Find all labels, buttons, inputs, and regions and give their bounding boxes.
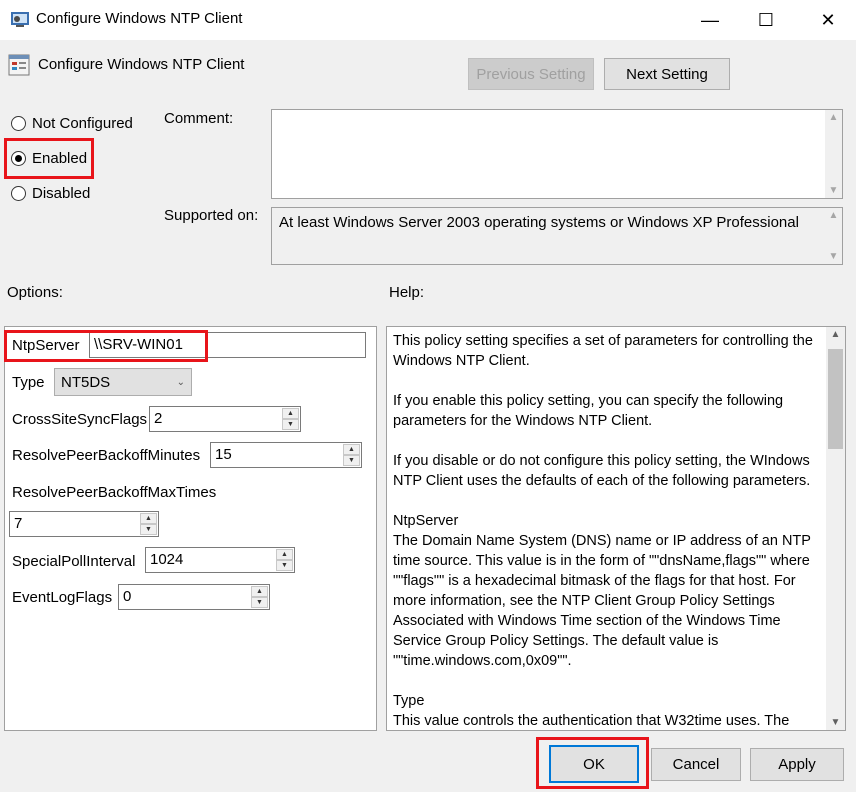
- supported-on-value: At least Windows Server 2003 operating s…: [279, 214, 799, 231]
- enabled-highlight-box: [4, 138, 94, 179]
- spin-down-icon[interactable]: ▼: [276, 560, 293, 571]
- policy-setting-icon: [8, 54, 30, 76]
- spin-down-icon[interactable]: ▼: [282, 419, 299, 430]
- backoff-minutes-stepper[interactable]: 15 ▲ ▼: [210, 442, 362, 468]
- ntpserver-highlight-box: [4, 330, 208, 362]
- spin-down-icon[interactable]: ▼: [343, 455, 360, 466]
- eventlog-flags-value: 0: [123, 588, 132, 605]
- scroll-up-icon[interactable]: ▲: [830, 329, 841, 340]
- maximize-button[interactable]: ☐: [738, 0, 794, 40]
- ok-button[interactable]: OK: [549, 745, 639, 783]
- help-paragraph: This policy setting specifies a set of p…: [393, 333, 813, 369]
- poll-interval-value: 1024: [150, 551, 184, 568]
- spin-up-icon[interactable]: ▲: [343, 444, 360, 455]
- comment-textarea[interactable]: ▲ ▼: [271, 109, 843, 199]
- poll-interval-stepper[interactable]: 1024 ▲ ▼: [145, 547, 295, 573]
- crosssite-stepper[interactable]: 2 ▲ ▼: [149, 406, 301, 432]
- spin-up-icon[interactable]: ▲: [276, 549, 293, 560]
- window-title: Configure Windows NTP Client: [36, 10, 243, 27]
- help-text: This policy setting specifies a set of p…: [393, 331, 825, 730]
- supported-scrollbar[interactable]: ▲ ▼: [825, 208, 842, 264]
- radio-disabled[interactable]: Disabled: [11, 185, 90, 202]
- radio-circle[interactable]: [11, 186, 26, 201]
- backoff-minutes-value: 15: [215, 446, 232, 463]
- radio-label: Not Configured: [32, 115, 133, 132]
- help-paragraph: NtpServer The Domain Name System (DNS) n…: [393, 513, 811, 669]
- setting-title: Configure Windows NTP Client: [38, 56, 245, 73]
- eventlog-flags-label: EventLogFlags: [12, 589, 113, 606]
- type-select-value: NT5DS: [61, 373, 111, 391]
- spin-down-icon[interactable]: ▼: [251, 597, 268, 608]
- radio-label: Disabled: [32, 185, 91, 202]
- cancel-button[interactable]: Cancel: [651, 748, 741, 781]
- close-button[interactable]: ✕: [800, 0, 856, 40]
- help-scrollbar[interactable]: ▲ ▼: [826, 327, 845, 730]
- crosssite-label: CrossSiteSyncFlags: [12, 411, 148, 428]
- spin-up-icon[interactable]: ▲: [282, 408, 299, 419]
- scroll-down-icon[interactable]: ▼: [828, 185, 839, 196]
- apply-button[interactable]: Apply: [750, 748, 844, 781]
- backoff-max-stepper[interactable]: 7 ▲ ▼: [9, 511, 159, 537]
- help-label: Help:: [389, 284, 425, 301]
- supported-on-label: Supported on:: [164, 207, 259, 224]
- options-panel: NtpServer \\SRV-WIN01 Type NT5DS ⌄ Cross…: [4, 326, 377, 731]
- spin-up-icon[interactable]: ▲: [140, 513, 157, 524]
- previous-setting-button[interactable]: Previous Setting: [468, 58, 594, 90]
- spin-down-icon[interactable]: ▼: [140, 524, 157, 535]
- scroll-up-icon[interactable]: ▲: [828, 112, 839, 123]
- scroll-down-icon[interactable]: ▼: [828, 251, 839, 262]
- spin-up-icon[interactable]: ▲: [251, 586, 268, 597]
- backoff-minutes-label: ResolvePeerBackoffMinutes: [12, 447, 201, 464]
- type-select[interactable]: NT5DS ⌄: [54, 368, 192, 396]
- help-panel: This policy setting specifies a set of p…: [386, 326, 846, 731]
- backoff-max-value: 7: [14, 515, 23, 532]
- help-paragraph: Type This value controls the authenticat…: [393, 693, 790, 729]
- scroll-down-icon[interactable]: ▼: [830, 717, 841, 728]
- comment-label: Comment:: [164, 110, 234, 127]
- eventlog-flags-stepper[interactable]: 0 ▲ ▼: [118, 584, 270, 610]
- minimize-button[interactable]: —: [682, 0, 738, 40]
- radio-not-configured[interactable]: Not Configured: [11, 115, 133, 132]
- poll-interval-label: SpecialPollInterval: [12, 553, 136, 570]
- crosssite-value: 2: [154, 410, 163, 427]
- help-paragraph: If you disable or do not configure this …: [393, 453, 811, 489]
- chevron-down-icon: ⌄: [176, 376, 185, 388]
- options-label: Options:: [7, 284, 63, 301]
- backoff-max-label: ResolvePeerBackoffMaxTimes: [12, 484, 217, 501]
- next-setting-button[interactable]: Next Setting: [604, 58, 730, 90]
- help-paragraph: If you enable this policy setting, you c…: [393, 393, 784, 429]
- comment-scrollbar[interactable]: ▲ ▼: [825, 110, 842, 198]
- type-label: Type: [12, 374, 45, 391]
- help-scroll-thumb[interactable]: [828, 349, 843, 449]
- policy-app-icon: [11, 12, 29, 27]
- radio-circle[interactable]: [11, 116, 26, 131]
- scroll-up-icon[interactable]: ▲: [828, 210, 839, 221]
